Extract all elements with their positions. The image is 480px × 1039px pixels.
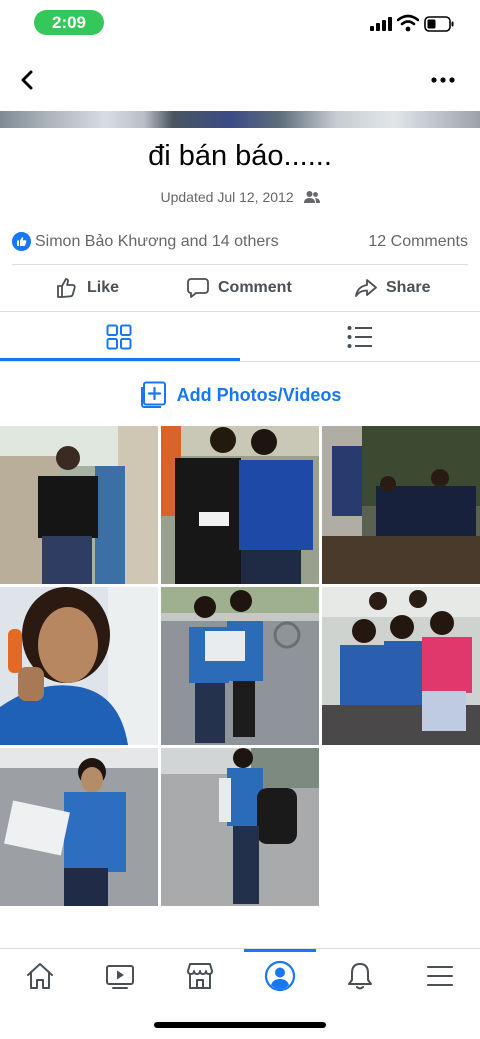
- home-indicator: [154, 1022, 326, 1028]
- status-bar: 2:09: [0, 0, 480, 46]
- divider: [0, 361, 480, 362]
- tab-list-view[interactable]: [240, 312, 480, 362]
- share-icon: [355, 279, 377, 297]
- status-time: 2:09: [34, 10, 104, 35]
- add-photos-button[interactable]: Add Photos/Videos: [0, 378, 480, 412]
- list-view-icon: [347, 326, 372, 348]
- tab-profile[interactable]: [260, 959, 300, 993]
- like-reaction-icon: [12, 232, 31, 251]
- bell-icon: [348, 963, 372, 990]
- tab-watch[interactable]: [100, 959, 140, 993]
- album-updated: Updated Jul 12, 2012: [0, 189, 480, 205]
- grid-view-icon: [106, 324, 132, 350]
- share-button[interactable]: Share: [354, 274, 430, 302]
- thumbs-up-icon: [57, 278, 76, 298]
- top-nav-bar: [0, 56, 480, 106]
- action-bar: Like Comment Share: [0, 266, 480, 310]
- reactors-link[interactable]: Simon Bảo Khương and 14 others: [35, 233, 279, 251]
- more-dots-icon[interactable]: [428, 70, 458, 90]
- comment-icon: [187, 278, 209, 298]
- photo-thumbnail[interactable]: [0, 587, 158, 745]
- share-label: Share: [386, 279, 431, 296]
- photo-thumbnail[interactable]: [0, 426, 158, 584]
- comment-label: Comment: [218, 279, 292, 296]
- cover-photo[interactable]: [0, 111, 480, 128]
- tab-home[interactable]: [20, 959, 60, 993]
- updated-date: Updated Jul 12, 2012: [160, 189, 294, 205]
- comments-count-link[interactable]: 12 Comments: [368, 233, 468, 251]
- photo-thumbnail[interactable]: [161, 426, 319, 584]
- selected-tab-indicator: [244, 949, 316, 952]
- photo-thumbnail[interactable]: [161, 587, 319, 745]
- divider: [12, 264, 468, 265]
- battery-icon: [424, 16, 454, 32]
- add-photo-icon: [140, 381, 166, 408]
- reactions-row: Simon Bảo Khương and 14 others 12 Commen…: [12, 230, 468, 254]
- view-tabs: [0, 312, 480, 362]
- album-title: đi bán báo......: [148, 140, 332, 172]
- add-photos-label: Add Photos/Videos: [176, 384, 342, 405]
- photo-thumbnail[interactable]: [161, 748, 319, 906]
- photo-thumbnail[interactable]: [322, 426, 480, 584]
- chevron-left-icon[interactable]: [16, 68, 40, 92]
- menu-icon: [427, 966, 453, 986]
- photo-thumbnail[interactable]: [322, 587, 480, 745]
- marketplace-icon: [187, 963, 213, 989]
- friends-icon: [303, 191, 320, 203]
- like-button[interactable]: Like: [55, 274, 119, 302]
- tab-marketplace[interactable]: [180, 959, 220, 993]
- wifi-icon: [397, 14, 419, 32]
- cellular-signal-icon: [370, 17, 392, 31]
- watch-icon: [106, 965, 134, 989]
- comment-button[interactable]: Comment: [186, 274, 292, 302]
- tab-notifications[interactable]: [340, 959, 380, 993]
- photo-thumbnail[interactable]: [0, 748, 158, 906]
- tab-menu[interactable]: [420, 959, 460, 993]
- profile-icon: [264, 960, 296, 992]
- home-icon: [27, 963, 53, 989]
- tab-grid-view[interactable]: [0, 312, 240, 362]
- like-label: Like: [87, 279, 120, 296]
